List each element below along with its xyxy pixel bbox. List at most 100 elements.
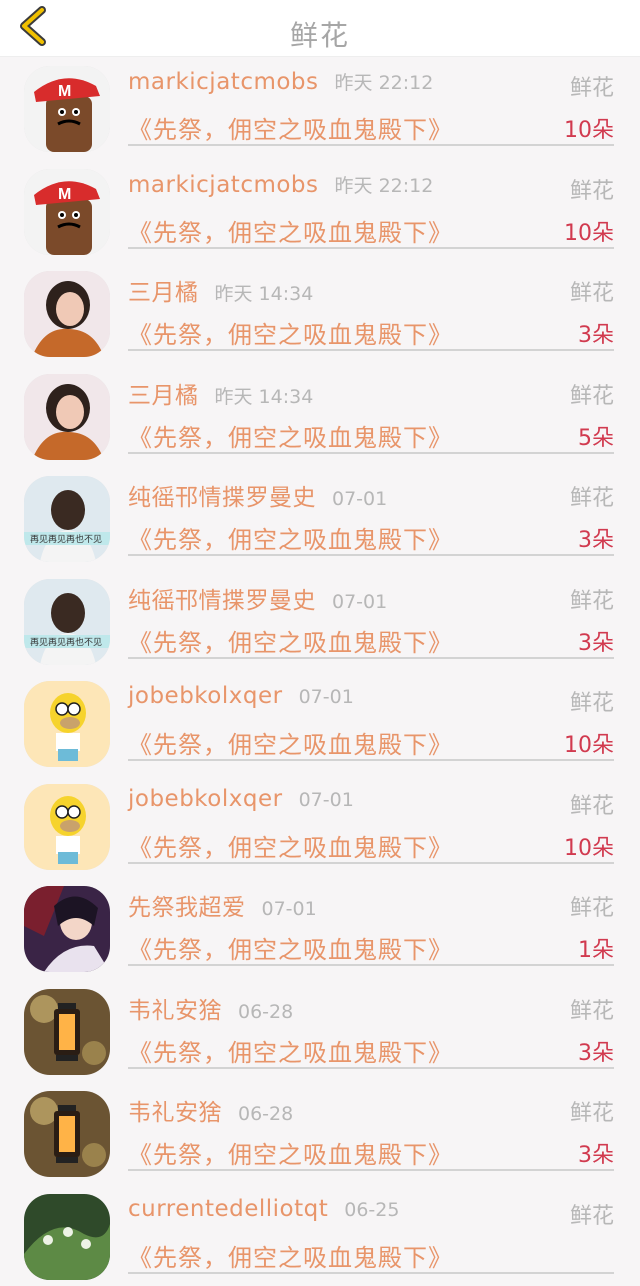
list-item[interactable]: 再见再见再也不见 纯徭邗情揲罗曼史07-01 鲜花 《先祭，佣空之吸血鬼殿下》 … [0, 569, 640, 672]
work-title[interactable]: 《先祭，佣空之吸血鬼殿下》 [128, 1033, 453, 1068]
user-name[interactable]: 先祭我超爱 [128, 895, 246, 921]
flower-count: 10朵 [564, 215, 614, 247]
divider [128, 349, 614, 351]
divider [128, 247, 614, 249]
divider [128, 452, 614, 454]
work-title[interactable]: 《先祭，佣空之吸血鬼殿下》 [128, 930, 453, 965]
list-item[interactable]: 韦礼安猞 06-28 鲜花 《先祭，佣空之吸血鬼殿下》 3朵 [0, 1081, 640, 1184]
timestamp: 昨天 22:12 [335, 175, 434, 197]
user-name[interactable]: markicjatcmobs [128, 69, 319, 95]
timestamp: 06-28 [238, 1001, 293, 1023]
flower-count: 10朵 [564, 112, 614, 144]
avatar[interactable] [24, 989, 110, 1075]
list-item[interactable]: currentedelliotqt 06-25 鲜花 《先祭，佣空之吸血鬼殿下》 [0, 1184, 640, 1286]
avatar[interactable]: M [24, 66, 110, 152]
avatar[interactable]: 再见再见再也不见 [24, 579, 110, 665]
svg-text:M: M [58, 83, 71, 100]
work-title[interactable]: 《先祭，佣空之吸血鬼殿下》 [128, 213, 453, 248]
user-name[interactable]: 韦礼安猞 [128, 1100, 222, 1126]
gift-type: 鲜花 [570, 1198, 614, 1230]
flower-count: 3朵 [578, 317, 614, 349]
gift-type: 鲜花 [570, 890, 614, 922]
user-name[interactable]: markicjatcmobs [128, 172, 319, 198]
avatar-caption: 再见再见再也不见 [30, 636, 102, 648]
work-title[interactable]: 《先祭，佣空之吸血鬼殿下》 [128, 315, 453, 350]
timestamp: 07-01 [299, 789, 354, 811]
divider [128, 964, 614, 966]
flower-count: 3朵 [578, 522, 614, 554]
avatar[interactable] [24, 886, 110, 972]
work-title[interactable]: 《先祭，佣空之吸血鬼殿下》 [128, 725, 453, 760]
gift-type: 鲜花 [570, 1095, 614, 1127]
list-item[interactable]: 再见再见再也不见 纯徭邗情揲罗曼史07-01 鲜花 《先祭，佣空之吸血鬼殿下》 … [0, 466, 640, 569]
timestamp: 06-28 [238, 1103, 293, 1125]
list-item[interactable]: M markicjatcmobs 昨天 22:12 鲜花 《先祭，佣空之吸血鬼殿下… [0, 159, 640, 262]
work-title[interactable]: 《先祭，佣空之吸血鬼殿下》 [128, 623, 453, 658]
gift-type: 鲜花 [570, 378, 614, 410]
flower-count: 3朵 [578, 1137, 614, 1169]
divider [128, 657, 614, 659]
user-name[interactable]: jobebkolxqer [128, 786, 283, 812]
page-title: 鲜花 [0, 14, 640, 54]
work-title[interactable]: 《先祭，佣空之吸血鬼殿下》 [128, 828, 453, 863]
divider [128, 862, 614, 864]
flower-count: 10朵 [564, 727, 614, 759]
list-item[interactable]: 三月橘昨天 14:34 鲜花 《先祭，佣空之吸血鬼殿下》 5朵 [0, 364, 640, 467]
list-item[interactable]: 韦礼安猞 06-28 鲜花 《先祭，佣空之吸血鬼殿下》 3朵 [0, 979, 640, 1082]
list-item[interactable]: jobebkolxqer 07-01 鲜花 《先祭，佣空之吸血鬼殿下》 10朵 [0, 774, 640, 877]
list-item[interactable]: M markicjatcmobs 昨天 22:12 鲜花 《先祭，佣空之吸血鬼殿下… [0, 56, 640, 159]
gift-type: 鲜花 [570, 70, 614, 102]
user-name[interactable]: 纯徭邗情揲罗曼史 [128, 588, 316, 614]
gift-type: 鲜花 [570, 275, 614, 307]
timestamp: 07-01 [299, 686, 354, 708]
gift-type: 鲜花 [570, 685, 614, 717]
flower-count: 3朵 [578, 625, 614, 657]
gift-type: 鲜花 [570, 583, 614, 615]
avatar[interactable] [24, 1194, 110, 1280]
work-title[interactable]: 《先祭，佣空之吸血鬼殿下》 [128, 520, 453, 555]
flower-count: 5朵 [578, 420, 614, 452]
avatar[interactable] [24, 784, 110, 870]
timestamp: 昨天 14:34 [215, 386, 314, 408]
work-title[interactable]: 《先祭，佣空之吸血鬼殿下》 [128, 110, 453, 145]
work-title[interactable]: 《先祭，佣空之吸血鬼殿下》 [128, 1135, 453, 1170]
avatar[interactable]: 再见再见再也不见 [24, 476, 110, 562]
flower-count: 1朵 [578, 932, 614, 964]
timestamp: 昨天 22:12 [335, 72, 434, 94]
divider [128, 1169, 614, 1171]
user-name[interactable]: currentedelliotqt [128, 1196, 328, 1222]
avatar[interactable] [24, 271, 110, 357]
avatar[interactable] [24, 1091, 110, 1177]
divider [128, 759, 614, 761]
divider [128, 1272, 614, 1274]
user-name[interactable]: 韦礼安猞 [128, 998, 222, 1024]
timestamp: 昨天 14:34 [215, 283, 314, 305]
user-name[interactable]: jobebkolxqer [128, 683, 283, 709]
divider [128, 554, 614, 556]
flower-count: 3朵 [578, 1035, 614, 1067]
timestamp: 07-01 [332, 591, 387, 613]
flower-record-list: M markicjatcmobs 昨天 22:12 鲜花 《先祭，佣空之吸血鬼殿下… [0, 56, 640, 1286]
avatar-caption: 再见再见再也不见 [30, 533, 102, 545]
user-name[interactable]: 三月橘 [128, 383, 199, 409]
list-item[interactable]: 先祭我超爱 07-01 鲜花 《先祭，佣空之吸血鬼殿下》 1朵 [0, 876, 640, 979]
divider [128, 144, 614, 146]
work-title[interactable]: 《先祭，佣空之吸血鬼殿下》 [128, 1238, 453, 1273]
avatar[interactable]: M [24, 169, 110, 255]
user-name[interactable]: 纯徭邗情揲罗曼史 [128, 485, 316, 511]
work-title[interactable]: 《先祭，佣空之吸血鬼殿下》 [128, 418, 453, 453]
gift-type: 鲜花 [570, 173, 614, 205]
top-bar: 鲜花 [0, 0, 640, 57]
flower-count: 10朵 [564, 830, 614, 862]
avatar[interactable] [24, 374, 110, 460]
avatar[interactable] [24, 681, 110, 767]
divider [128, 1067, 614, 1069]
gift-type: 鲜花 [570, 788, 614, 820]
list-item[interactable]: jobebkolxqer 07-01 鲜花 《先祭，佣空之吸血鬼殿下》 10朵 [0, 671, 640, 774]
user-name[interactable]: 三月橘 [128, 280, 199, 306]
gift-type: 鲜花 [570, 993, 614, 1025]
list-item[interactable]: 三月橘昨天 14:34 鲜花 《先祭，佣空之吸血鬼殿下》 3朵 [0, 261, 640, 364]
svg-text:M: M [58, 186, 71, 203]
timestamp: 06-25 [344, 1199, 399, 1221]
timestamp: 07-01 [262, 898, 317, 920]
